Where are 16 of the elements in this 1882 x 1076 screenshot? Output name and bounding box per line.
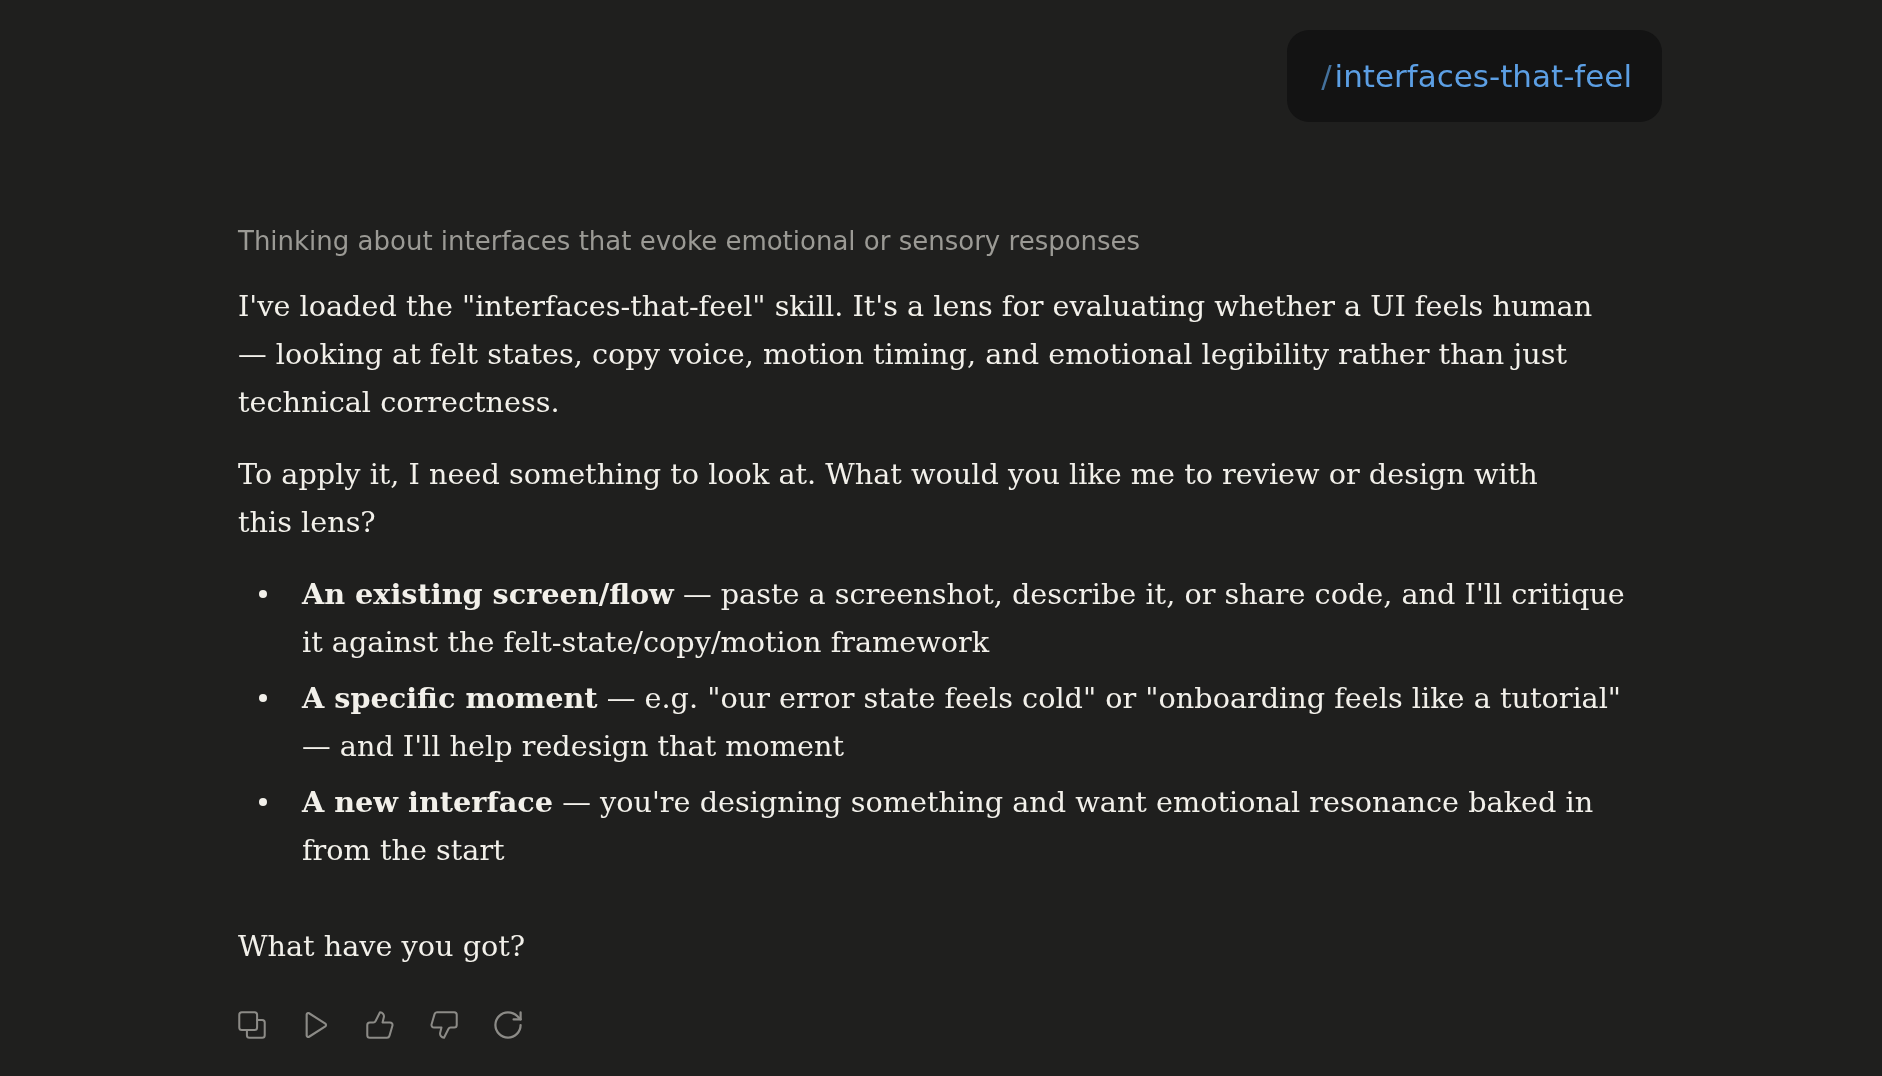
list-item-text: A new interface — you're designing something and want emotional resonance baked in from the start [302, 784, 1595, 869]
response-paragraph: I've loaded the "interfaces-that-feel" skill. It's a lens for evaluating whether a UI feels human — looking at felt states, copy voice, motion timing, and emotional legibility rather than just technical correctness. [238, 288, 1594, 421]
command-slash: / [1321, 58, 1332, 94]
list-item-text: An existing screen/flow — paste a screenshot, describe it, or share code, and I'll critique it against the felt-state/copy/motion framework [302, 576, 1626, 661]
response-paragraph: To apply it, I need something to look at. What would you like me to review or design with this lens? [238, 456, 1539, 541]
bullet-icon [259, 798, 267, 806]
bullet-icon [259, 694, 267, 702]
response-paragraph: What have you got? [238, 928, 526, 965]
bullet-icon [259, 590, 267, 598]
thinking-summary[interactable]: Thinking about interfaces that evoke emotional or sensory responses [238, 223, 1141, 259]
retry-icon[interactable] [494, 1011, 522, 1039]
list-item-text: A specific moment — e.g. "our error state feels cold" or "onboarding feels like a tutorial" — and I'll help redesign that moment [302, 680, 1623, 765]
command-name: interfaces-that-feel [1334, 58, 1632, 94]
thumbs-down-icon[interactable] [430, 1011, 458, 1039]
copy-icon[interactable] [238, 1011, 266, 1039]
thumbs-up-icon[interactable] [366, 1011, 394, 1039]
